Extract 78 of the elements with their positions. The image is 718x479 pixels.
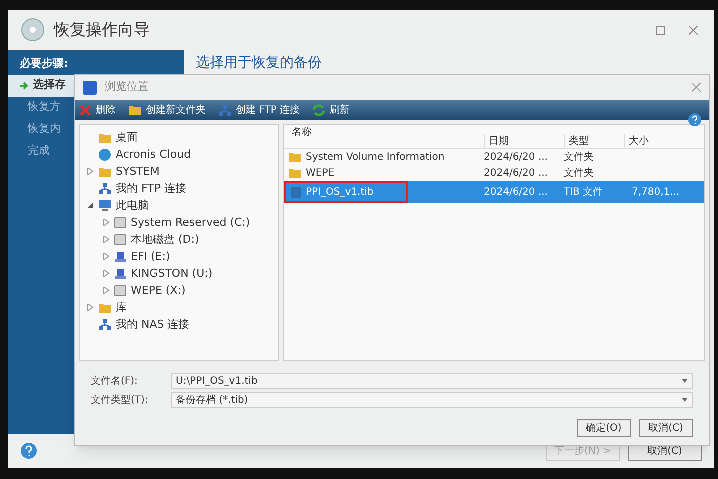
toolbar-button[interactable]: 刷新 [312,102,350,118]
file-type: 文件夹 [564,150,595,165]
tree-item[interactable]: 本地磁盘 (D:) [131,232,200,248]
maximize-icon[interactable] [656,26,665,34]
column-header[interactable]: 日期 [484,134,564,148]
folder-icon [128,104,142,116]
window-title: 恢复操作向导 [54,19,150,41]
combo-field[interactable]: 备份存档 (*.tib) [171,392,693,408]
dropdown-arrow-icon [682,398,688,402]
expand-arrow-icon[interactable] [86,168,94,176]
folder-icon [98,132,112,144]
arrow-icon [20,82,29,90]
file-icon [290,186,302,199]
tree-item[interactable]: SYSTEM [116,164,160,180]
disk-icon [20,17,46,43]
collapse-arrow-icon[interactable] [86,202,94,210]
folder-icon [98,302,112,314]
close-icon[interactable] [689,26,698,34]
dialog-button[interactable]: 取消(C) [639,419,693,437]
column-header[interactable]: 类型 [564,134,624,148]
dialog-title: 浏览位置 [105,79,149,96]
file-row[interactable]: System Volume Information 2024/6/20 ... 文件夹 [284,149,704,166]
file-date: 2024/6/20 ... [484,166,549,181]
network-icon [98,318,112,332]
tree-item[interactable]: Acronis Cloud [116,146,192,164]
folder-icon [98,166,112,178]
drive-icon [114,284,127,297]
file-name: WEPE [284,166,484,181]
file-name: System Volume Information [284,150,484,165]
dialog-button[interactable]: 确定(O) [577,419,631,437]
file-size: 7,780,1... [631,186,681,200]
close-icon[interactable] [692,83,701,92]
column-header[interactable]: 名称 [284,125,484,140]
sidebar-header: 必要步骤: [20,56,68,72]
expand-arrow-icon[interactable] [102,270,110,278]
tree-item[interactable]: 此电脑 [116,198,149,214]
expand-arrow-icon[interactable] [86,304,94,312]
network-icon [218,104,232,117]
tree-item[interactable]: 我的 NAS 连接 [116,316,190,334]
file-row[interactable]: WEPE 2024/6/20 ... 文件夹 [284,165,704,182]
drive-icon [114,234,127,246]
computer-icon [98,199,112,212]
usb-drive-icon [114,268,127,280]
close-icon [79,104,92,117]
tree-item[interactable]: EFI (E:) [131,248,170,266]
tree-item[interactable]: System Reserved (C:) [131,214,250,232]
file-date: 2024/6/20 ... [484,186,549,200]
refresh-icon [312,104,326,117]
globe-icon [98,148,112,162]
folder-icon [288,151,302,164]
toolbar-button[interactable]: 创建新文件夹 [128,102,206,118]
file-type: 文件夹 [564,166,595,181]
file-date: 2024/6/20 ... [484,150,549,165]
toolbar-button[interactable]: 创建 FTP 连接 [218,102,300,118]
expand-arrow-icon[interactable] [102,219,110,226]
tree-item[interactable]: WEPE (X:) [131,282,186,300]
drive-icon [114,216,127,229]
network-icon [98,182,112,196]
field-label: 文件名(F): [91,374,139,388]
combo-field[interactable]: U:\PPI_OS_v1.tib [171,373,693,389]
tree-item[interactable]: 桌面 [116,130,138,146]
usb-drive-icon [114,250,127,263]
help-icon[interactable] [688,113,702,128]
dropdown-arrow-icon [682,379,688,383]
expand-arrow-icon[interactable] [102,287,110,294]
expand-arrow-icon[interactable] [102,253,110,260]
app-logo-icon [83,80,97,95]
file-type: TIB 文件 [564,186,604,200]
field-label: 文件类型(T): [91,394,150,408]
tree-item[interactable]: 库 [116,300,127,316]
file-name: PPI_OS_v1.tib [284,181,408,204]
expand-arrow-icon[interactable] [102,236,110,244]
toolbar-button[interactable]: 删除 [79,102,116,118]
column-header[interactable]: 大小 [624,134,704,148]
heading: 选择用于恢复的备份 [195,55,322,71]
tree-item[interactable]: KINGSTON (U:) [131,266,213,282]
help-icon[interactable] [20,442,38,460]
tree-item[interactable]: 我的 FTP 连接 [116,180,186,198]
